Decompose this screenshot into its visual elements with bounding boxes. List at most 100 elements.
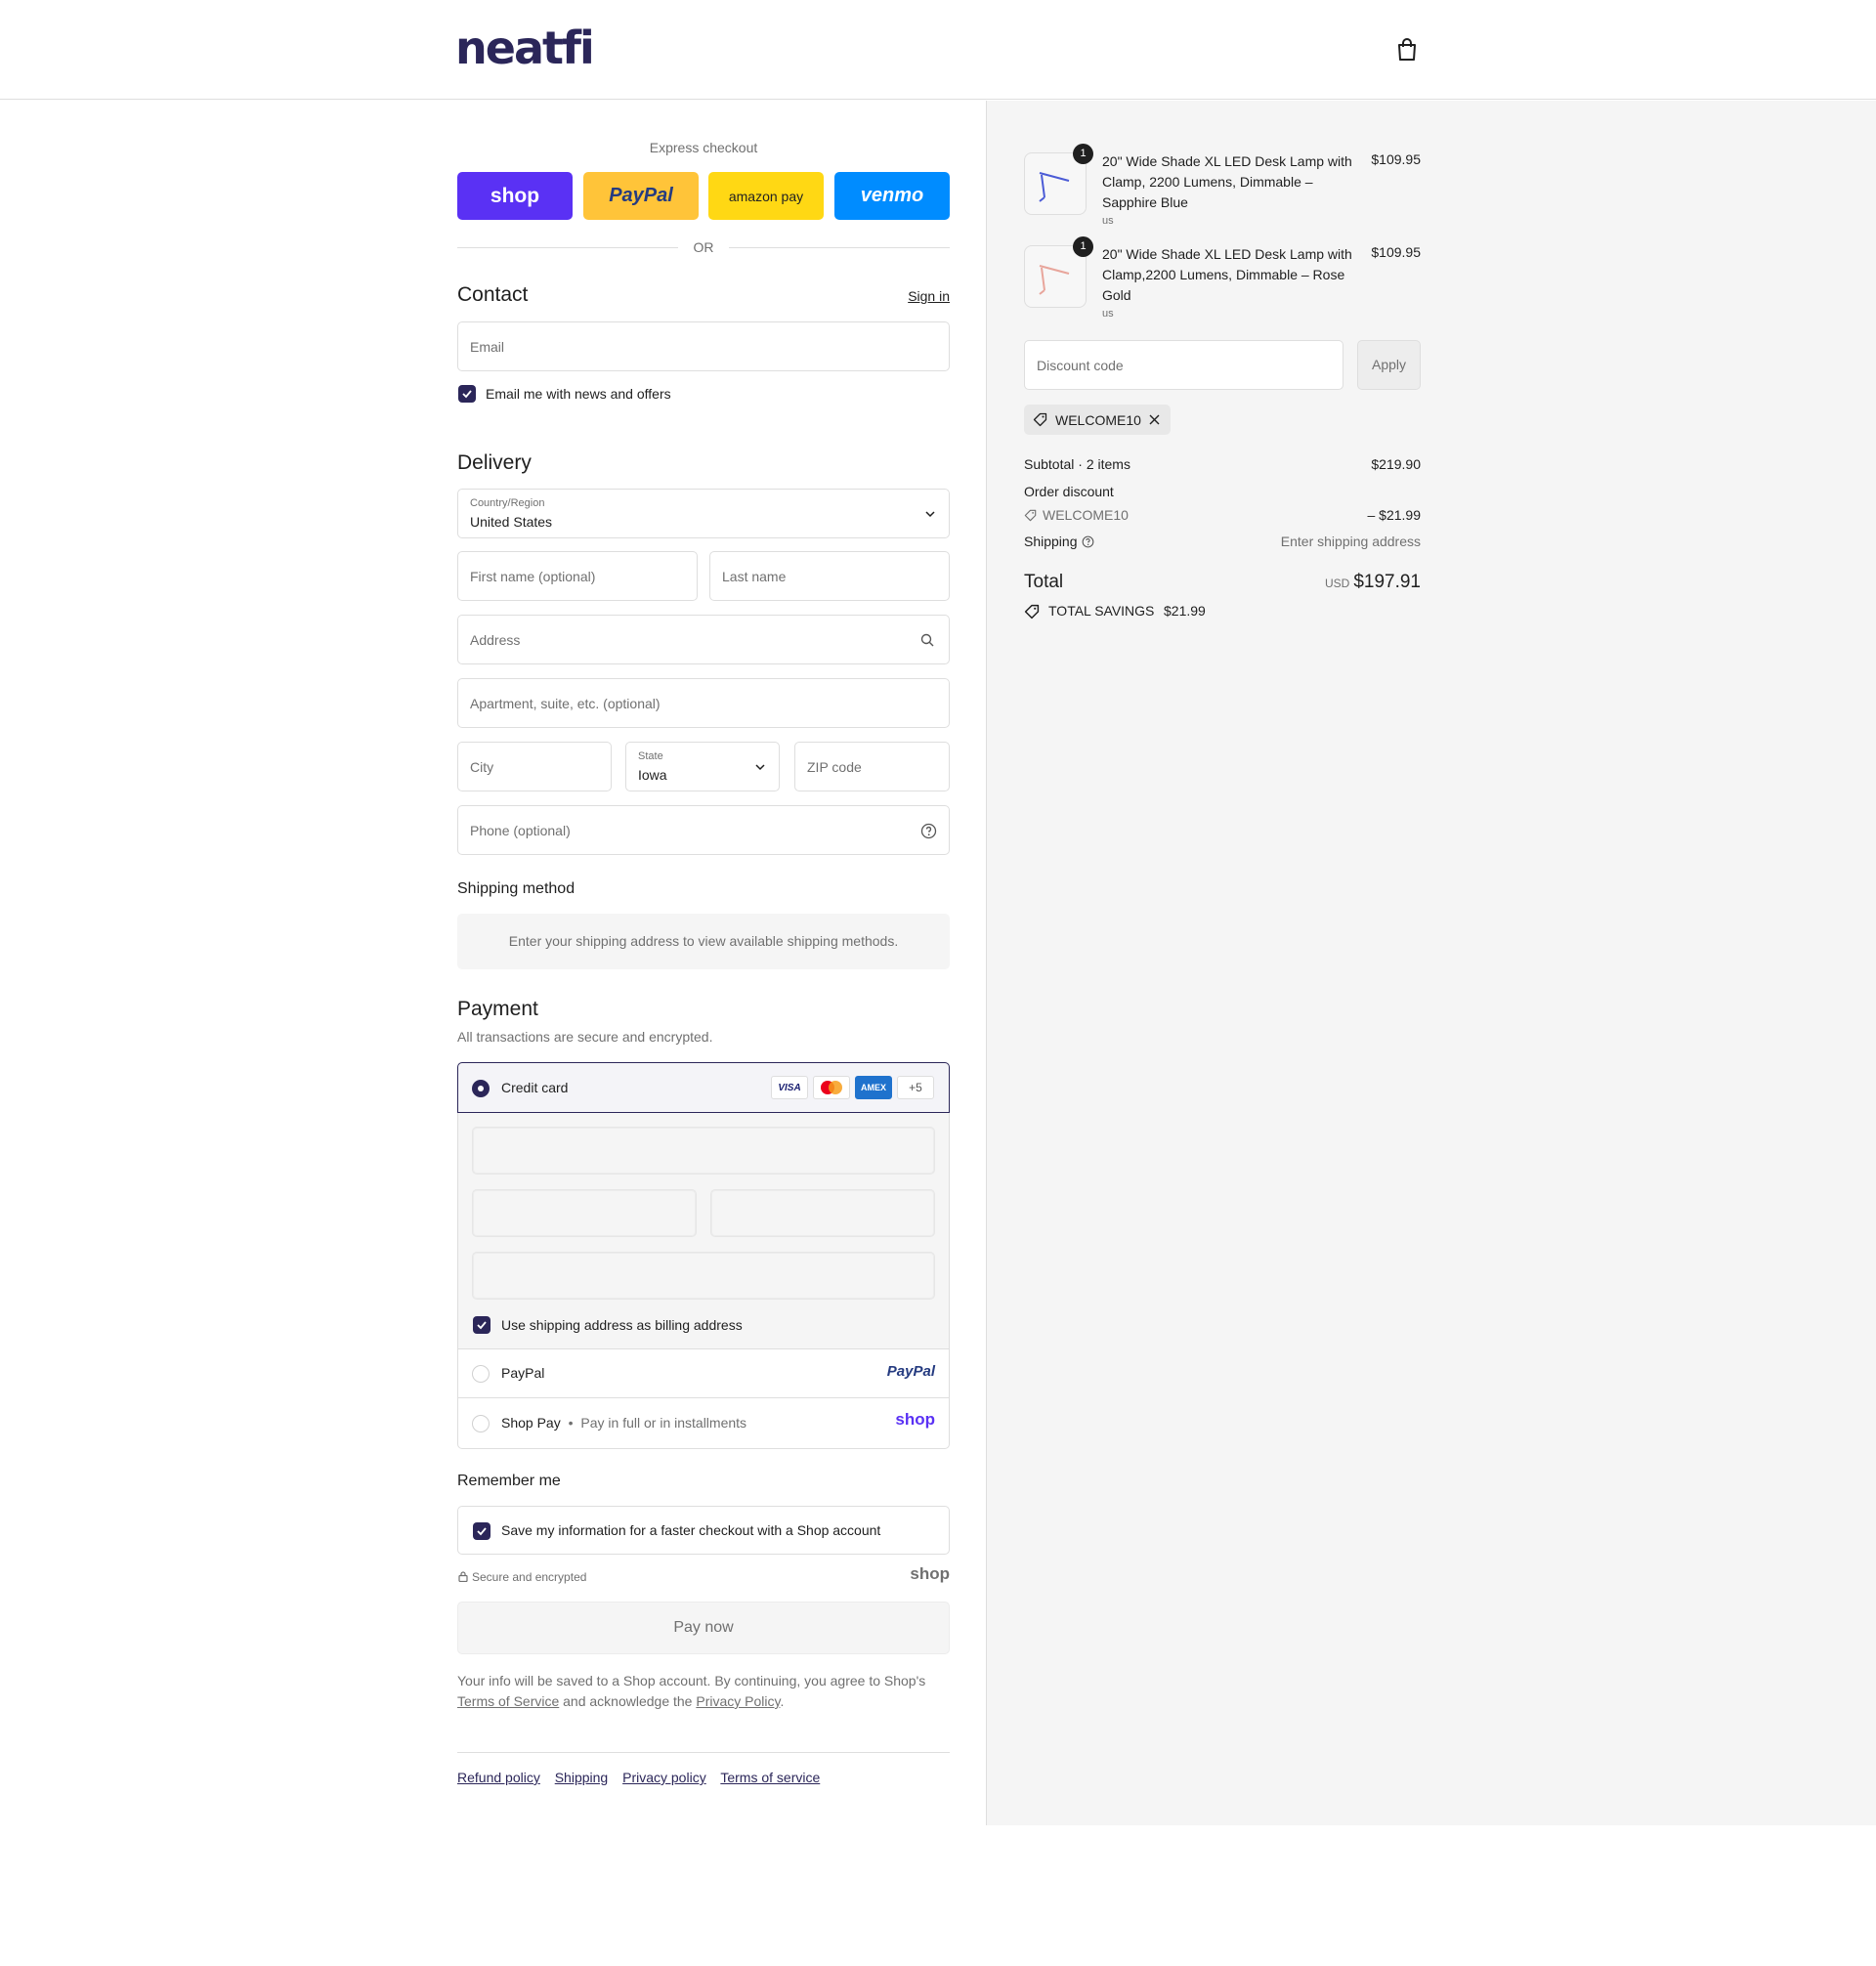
discount-code-field[interactable]: Discount code xyxy=(1024,340,1343,390)
phone-field[interactable]: Phone (optional) xyxy=(457,805,950,855)
discount-value: – $21.99 xyxy=(1367,507,1422,523)
check-icon xyxy=(477,1321,487,1330)
help-icon[interactable] xyxy=(1082,535,1094,548)
save-info-label: Save my information for a faster checkou… xyxy=(501,1522,881,1538)
line-item: 1 20" Wide Shade XL LED Desk Lamp with C… xyxy=(1024,144,1421,227)
tag-icon xyxy=(1033,412,1047,427)
legal-middle: and acknowledge the xyxy=(563,1693,693,1709)
contact-heading: Contact xyxy=(457,283,529,306)
state-select[interactable]: State Iowa xyxy=(625,742,780,791)
search-icon xyxy=(920,633,934,647)
shop-pay-name: Shop Pay xyxy=(501,1415,561,1431)
apply-button[interactable]: Apply xyxy=(1357,340,1421,390)
tag-icon xyxy=(1024,509,1037,522)
shop-pay-button[interactable]: shop xyxy=(457,172,573,220)
credit-card-radio[interactable] xyxy=(472,1080,490,1097)
sign-in-link[interactable]: Sign in xyxy=(908,288,950,304)
total-amount: USD $197.91 xyxy=(1325,572,1421,593)
country-select[interactable]: Country/Region United States xyxy=(457,489,950,538)
save-info-checkbox[interactable] xyxy=(473,1522,490,1540)
discount-code-label: WELCOME10 xyxy=(1043,507,1129,523)
legal-line: Your info will be saved to a Shop accoun… xyxy=(457,1673,926,1688)
zip-field[interactable]: ZIP code xyxy=(794,742,950,791)
shopping-bag-icon[interactable] xyxy=(1396,38,1418,62)
line-item: 1 20" Wide Shade XL LED Desk Lamp with C… xyxy=(1024,236,1421,320)
total-row: Total USD $197.91 xyxy=(1024,572,1421,597)
more-cards-label: +5 xyxy=(909,1081,922,1094)
quantity-badge: 1 xyxy=(1073,144,1093,164)
discount-placeholder: Discount code xyxy=(1037,358,1124,373)
news-checkbox[interactable] xyxy=(458,385,476,403)
subtotal-row: Subtotal · 2 items $219.90 xyxy=(1024,456,1421,472)
security-code-field[interactable] xyxy=(710,1189,935,1237)
shop-terms-link[interactable]: Terms of Service xyxy=(457,1693,559,1709)
brand-logo[interactable]: neatfi xyxy=(455,21,595,74)
chevron-down-icon xyxy=(755,764,765,771)
shipping-method-heading: Shipping method xyxy=(457,880,576,897)
privacy-policy-link[interactable]: Privacy policy xyxy=(622,1770,706,1785)
shop-pay-logo: shop xyxy=(895,1410,935,1429)
apartment-placeholder: Apartment, suite, etc. (optional) xyxy=(470,696,661,711)
product-variant: us xyxy=(1102,308,1114,320)
applied-discount-tag: WELCOME10 xyxy=(1024,405,1171,435)
credit-card-option[interactable]: Credit card VISA AMEX +5 xyxy=(457,1062,950,1113)
delivery-heading: Delivery xyxy=(457,451,532,474)
shop-pay-label: shop xyxy=(490,184,540,207)
secure-label: Secure and encrypted xyxy=(472,1570,587,1584)
country-label: Country/Region xyxy=(470,497,545,509)
billing-checkbox[interactable] xyxy=(473,1316,490,1334)
card-number-field[interactable] xyxy=(472,1127,935,1175)
paypal-option[interactable]: PayPal PayPal xyxy=(458,1349,949,1398)
paypal-radio[interactable] xyxy=(472,1365,490,1383)
credit-card-form: Use shipping address as billing address xyxy=(458,1113,949,1349)
remember-me-heading: Remember me xyxy=(457,1473,561,1489)
shipping-row: Shipping Enter shipping address xyxy=(1024,534,1421,549)
payment-subtitle: All transactions are secure and encrypte… xyxy=(457,1029,713,1045)
credit-card-label: Credit card xyxy=(501,1080,569,1095)
check-icon xyxy=(477,1527,487,1536)
city-field[interactable]: City xyxy=(457,742,612,791)
shipping-label: Shipping xyxy=(1024,534,1078,549)
shop-pay-radio[interactable] xyxy=(472,1415,490,1432)
email-field[interactable]: Email xyxy=(457,321,950,371)
paypal-button[interactable]: PayPal xyxy=(583,172,699,220)
paypal-option-label: PayPal xyxy=(501,1365,545,1381)
refund-policy-link[interactable]: Refund policy xyxy=(457,1770,540,1785)
shop-pay-subtext: Pay in full or in installments xyxy=(580,1415,747,1431)
close-icon[interactable] xyxy=(1149,414,1160,425)
amex-icon: AMEX xyxy=(855,1076,892,1099)
or-divider: OR xyxy=(457,237,950,257)
name-on-card-field[interactable] xyxy=(472,1252,935,1300)
remember-me-box: Save my information for a faster checkou… xyxy=(457,1506,950,1555)
shipping-value: Enter shipping address xyxy=(1280,534,1421,549)
country-value: United States xyxy=(470,514,553,530)
mastercard-icon xyxy=(813,1076,850,1099)
last-name-field[interactable]: Last name xyxy=(709,551,950,601)
lock-icon xyxy=(458,1571,468,1582)
tag-icon xyxy=(1024,604,1040,620)
more-cards-badge: +5 xyxy=(897,1076,934,1099)
phone-placeholder: Phone (optional) xyxy=(470,823,571,838)
shop-pay-option-label: Shop Pay • Pay in full or in installment… xyxy=(501,1415,746,1431)
expiration-field[interactable] xyxy=(472,1189,697,1237)
venmo-button[interactable]: venmo xyxy=(834,172,950,220)
footer-links: Refund policy Shipping Privacy policy Te… xyxy=(457,1770,820,1785)
shop-privacy-link[interactable]: Privacy Policy xyxy=(696,1693,780,1709)
product-name: 20" Wide Shade XL LED Desk Lamp with Cla… xyxy=(1102,153,1352,210)
visa-label: VISA xyxy=(778,1082,801,1093)
total-savings-value: $21.99 xyxy=(1164,603,1206,619)
help-icon[interactable] xyxy=(920,823,937,839)
apartment-field[interactable]: Apartment, suite, etc. (optional) xyxy=(457,678,950,728)
shipping-policy-link[interactable]: Shipping xyxy=(555,1770,609,1785)
address-field[interactable]: Address xyxy=(457,615,950,664)
chevron-down-icon xyxy=(925,511,935,518)
shop-pay-option[interactable]: Shop Pay • Pay in full or in installment… xyxy=(458,1399,949,1448)
terms-of-service-link[interactable]: Terms of service xyxy=(720,1770,820,1785)
quantity-badge: 1 xyxy=(1073,236,1093,257)
pay-now-button[interactable]: Pay now xyxy=(457,1602,950,1654)
payment-methods: Credit card VISA AMEX +5 Use shipping ad… xyxy=(457,1062,950,1449)
amazon-pay-button[interactable]: amazon pay xyxy=(708,172,824,220)
order-discount-label: Order discount xyxy=(1024,484,1114,499)
first-name-field[interactable]: First name (optional) xyxy=(457,551,698,601)
order-discount-row: Order discount xyxy=(1024,484,1421,499)
